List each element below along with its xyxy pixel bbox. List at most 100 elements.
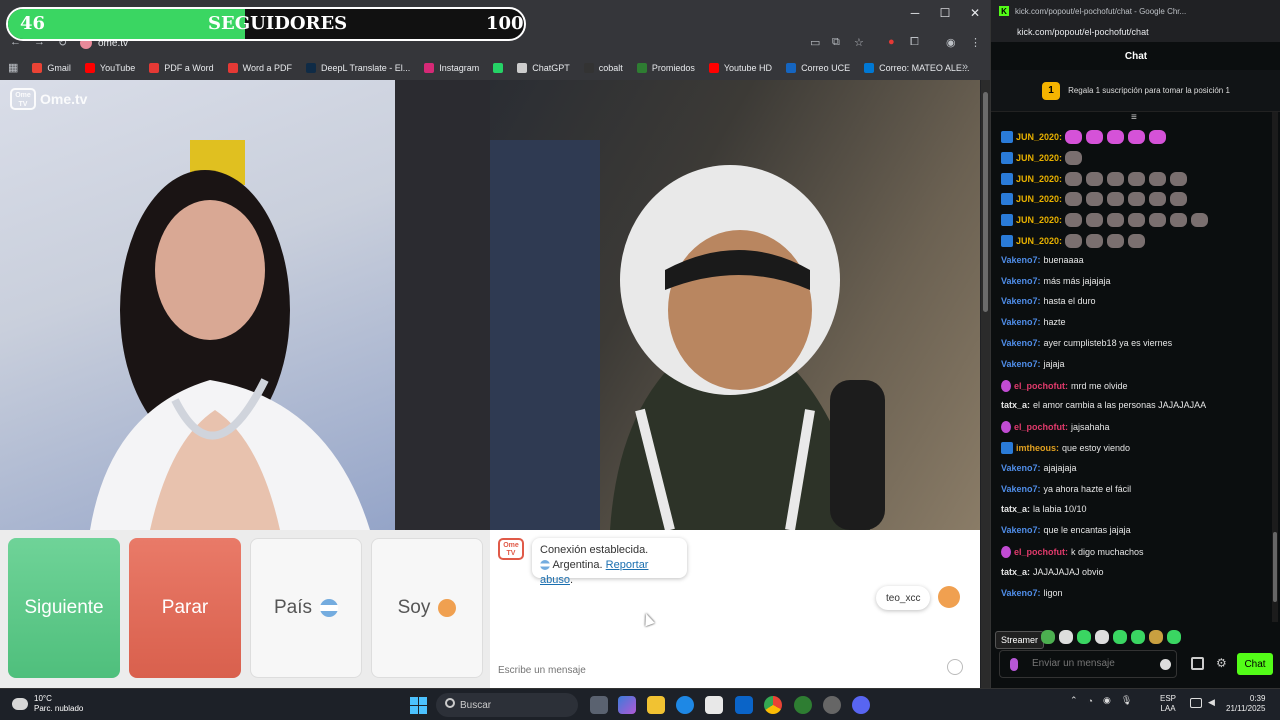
broadcaster-badge-icon[interactable] [1001,421,1011,434]
page-scrollbar[interactable] [981,80,990,688]
chat-username[interactable]: imtheous: [1016,443,1059,453]
next-button[interactable]: Siguiente [8,538,120,678]
more-bookmarks-icon[interactable]: » [962,61,968,73]
emote-icon[interactable] [1107,171,1125,186]
emote-icon[interactable] [1128,171,1146,186]
store-icon[interactable] [1191,657,1204,670]
emote-icon[interactable] [1149,630,1163,644]
chat-scrollbar-thumb[interactable] [1273,532,1277,602]
chat-username[interactable]: Vakeno7: [1001,484,1041,494]
chat-username[interactable]: JUN_2020: [1016,215,1062,225]
emote-icon[interactable] [1170,213,1188,228]
bookmark-item[interactable] [493,62,504,73]
bookmark-item[interactable]: ChatGPT [517,62,570,73]
emote-icon[interactable] [1170,192,1188,207]
broadcaster-badge-icon[interactable] [1001,379,1011,392]
file-explorer-icon[interactable] [647,696,665,714]
emote-icon[interactable] [1107,234,1125,248]
chat-username[interactable]: tatx_a: [1001,567,1030,577]
store-app-icon[interactable] [705,696,723,714]
gift-sub-banner[interactable]: 1 Regala 1 suscripción para tomar la pos… [991,70,1280,112]
extensions-icon[interactable]: ⧠ [910,36,919,49]
emote-icon[interactable] [1149,171,1167,186]
chat-username[interactable]: el_pochofut: [1014,422,1068,432]
chat-username[interactable]: Vakeno7: [1001,276,1041,286]
emote-icon[interactable] [1065,171,1083,186]
country-button[interactable]: País [250,538,362,678]
star-icon[interactable]: ☆ [854,36,864,49]
weather-widget[interactable]: 10°C Parc. nublado [12,694,83,714]
smiley-icon[interactable] [947,659,963,675]
emote-icon[interactable] [1065,192,1083,207]
bookmark-item[interactable]: Youtube HD [708,62,772,73]
apps-icon[interactable]: ▦ [8,61,18,74]
emote-icon[interactable] [1128,130,1146,144]
emote-icon[interactable] [1041,630,1055,644]
bookmark-item[interactable]: Instagram [424,62,479,73]
sub-badge-icon[interactable] [1001,131,1013,143]
emote-icon[interactable] [1086,213,1104,228]
emote-icon[interactable] [1086,192,1104,207]
emote-icon[interactable] [1128,192,1146,207]
bookmark-item[interactable]: Correo: MATEO ALE... [864,62,969,73]
emote-icon[interactable] [1128,234,1146,248]
emote-icon[interactable] [1149,130,1167,144]
sub-badge-icon[interactable] [1001,172,1013,185]
chat-send-button[interactable]: Chat [1237,653,1273,675]
chat-username[interactable]: tatx_a: [1001,504,1030,514]
stop-button[interactable]: Parar [129,538,241,678]
emote-icon[interactable] [1170,171,1188,186]
chat-username[interactable]: JUN_2020: [1016,174,1062,184]
sub-badge-icon[interactable] [1001,193,1013,206]
bookmark-item[interactable]: DeepL Translate - El... [306,62,410,73]
message-input[interactable] [498,660,972,680]
minimize-icon[interactable]: ─ [900,6,930,20]
chat-username[interactable]: JUN_2020: [1016,194,1062,204]
chat-username[interactable]: JUN_2020: [1016,153,1062,163]
profile-avatar[interactable]: ◉ [946,36,956,49]
emote-icon[interactable] [1107,130,1125,144]
task-view-icon[interactable] [590,696,608,714]
chat-input[interactable] [1032,658,1162,669]
emote-icon[interactable] [1065,150,1083,165]
sub-badge-icon[interactable] [1001,442,1013,454]
display-icon[interactable] [1190,698,1202,708]
sub-badge-icon[interactable] [1001,214,1013,227]
emote-icon[interactable] [1086,171,1104,186]
translate-icon[interactable]: ⧉ [832,36,840,49]
bookmark-item[interactable]: Promiedos [636,62,695,73]
emote-icon[interactable] [1131,630,1145,644]
emote-icon[interactable] [1065,130,1083,144]
chat-username[interactable]: Vakeno7: [1001,296,1041,306]
emote-icon[interactable] [1128,213,1146,228]
emoji-icon[interactable] [1160,659,1171,670]
chat-username[interactable]: Vakeno7: [1001,525,1041,535]
emote-icon[interactable] [1059,630,1073,644]
copilot-icon[interactable] [618,696,636,714]
bookmark-item[interactable]: YouTube [84,62,135,73]
app-tray-icon[interactable]: ◉ [1103,695,1111,706]
clock[interactable]: 0:39 21/11/2025 [1226,694,1265,714]
chat-username[interactable]: tatx_a: [1001,400,1030,410]
utorrent-icon[interactable] [794,696,812,714]
emote-icon[interactable] [1065,234,1083,248]
volume-icon[interactable]: ◀ [1208,697,1215,708]
emote-icon[interactable] [1113,630,1127,644]
emote-icon[interactable] [1107,213,1125,228]
emote-icon[interactable] [1107,192,1125,207]
close-icon[interactable]: ✕ [960,6,990,20]
emote-icon[interactable] [1086,234,1104,248]
filter-icon[interactable]: ≡ [1131,112,1137,123]
chat-username[interactable]: Vakeno7: [1001,338,1041,348]
emote-icon[interactable] [1149,192,1167,207]
emote-bar[interactable] [1041,630,1182,644]
chat-username[interactable]: JUN_2020: [1016,236,1062,246]
chat-username[interactable]: JUN_2020: [1016,132,1062,142]
settings-app-icon[interactable] [823,696,841,714]
bookmark-item[interactable]: Correo UCE [786,62,850,73]
bookmark-item[interactable]: cobalt [583,62,623,73]
chat-input-box[interactable] [999,650,1177,678]
taskbar-search[interactable]: Buscar [436,693,578,717]
bookmark-item[interactable]: PDF a Word [149,62,214,73]
chevron-up-icon[interactable]: ⌃ [1070,695,1078,706]
